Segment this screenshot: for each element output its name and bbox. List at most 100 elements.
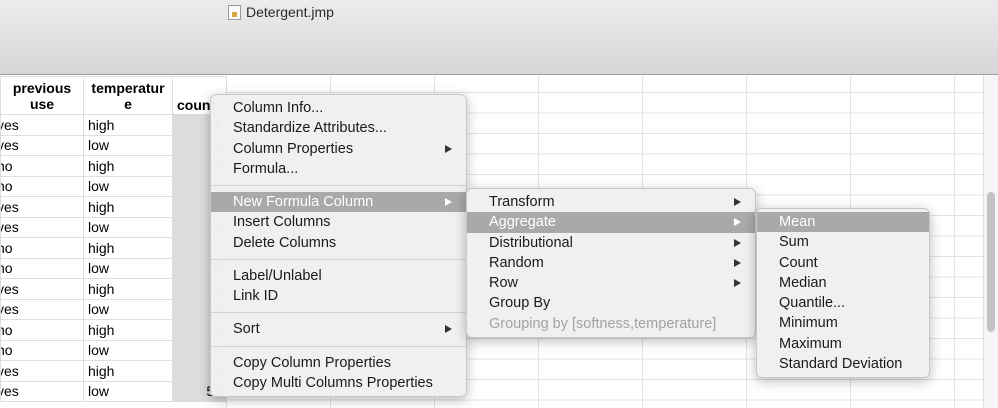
table-row[interactable]: yeshigh2 — [1, 197, 227, 218]
cell-previous-use[interactable]: no — [1, 176, 84, 197]
menu-item-delete-columns[interactable]: Delete Columns — [211, 233, 466, 253]
submenu-arrow-icon — [445, 198, 452, 206]
menu-item-new-formula-column[interactable]: New Formula Column — [211, 192, 466, 212]
menu-item-link-id[interactable]: Link ID — [211, 286, 466, 306]
menu-item-label: Insert Columns — [233, 214, 331, 230]
menu-item-grouping-by-softness-temperature: Grouping by [softness,temperature] — [467, 314, 755, 334]
table-row[interactable]: yeshigh2 — [1, 279, 227, 300]
cell-previous-use[interactable]: no — [1, 258, 84, 279]
menu-item-standard-deviation[interactable]: Standard Deviation — [757, 354, 929, 374]
menu-item-transform[interactable]: Transform — [467, 192, 755, 212]
cell-previous-use[interactable]: no — [1, 320, 84, 341]
cell-temperature[interactable]: high — [84, 279, 173, 300]
table-row[interactable]: nohigh2 — [1, 238, 227, 259]
menu-item-label: Label/Unlabel — [233, 268, 322, 284]
table-row[interactable]: yeshigh4 — [1, 361, 227, 382]
submenu-arrow-icon — [445, 145, 452, 153]
table-row[interactable]: yeslow5 — [1, 135, 227, 156]
table-row[interactable]: nohigh2 — [1, 156, 227, 177]
table-row[interactable]: nolow6 — [1, 340, 227, 361]
cell-temperature[interactable]: low — [84, 381, 173, 402]
cell-temperature[interactable]: high — [84, 115, 173, 136]
menu-item-distributional[interactable]: Distributional — [467, 233, 755, 253]
column-context-menu: Column Info... Standardize Attributes... C… — [210, 94, 467, 397]
cell-previous-use[interactable]: yes — [1, 361, 84, 382]
vertical-scrollbar[interactable] — [983, 76, 998, 408]
table-row[interactable]: nolow5 — [1, 258, 227, 279]
menu-item-label: Transform — [489, 194, 555, 210]
cell-previous-use[interactable]: no — [1, 156, 84, 177]
cell-temperature[interactable]: high — [84, 238, 173, 259]
menu-item-standardize-attributes[interactable]: Standardize Attributes... — [211, 118, 466, 138]
table-row[interactable]: yeshigh1 — [1, 115, 227, 136]
menu-item-label-unlabel[interactable]: Label/Unlabel — [211, 266, 466, 286]
menu-item-quantile[interactable]: Quantile... — [757, 293, 929, 313]
menu-separator — [211, 259, 466, 260]
table-row[interactable]: nohigh3 — [1, 320, 227, 341]
submenu-arrow-icon — [734, 218, 741, 226]
cell-previous-use[interactable]: yes — [1, 381, 84, 402]
cell-temperature[interactable]: low — [84, 340, 173, 361]
cell-temperature[interactable]: high — [84, 361, 173, 382]
menu-item-label: Formula... — [233, 161, 298, 177]
cell-temperature[interactable]: high — [84, 320, 173, 341]
table-row[interactable]: nolow6 — [1, 176, 227, 197]
aggregate-submenu: Mean Sum Count Median Quantile... Minimum Maxi… — [756, 208, 930, 378]
menu-item-label: Median — [779, 275, 827, 291]
menu-item-random[interactable]: Random — [467, 253, 755, 273]
cell-temperature[interactable]: low — [84, 176, 173, 197]
submenu-arrow-icon — [734, 239, 741, 247]
table-row[interactable]: yeslow55 — [1, 381, 227, 402]
menu-item-label: Maximum — [779, 336, 842, 352]
cell-previous-use[interactable]: yes — [1, 197, 84, 218]
submenu-arrow-icon — [734, 279, 741, 287]
menu-item-aggregate[interactable]: Aggregate — [467, 212, 755, 232]
menu-item-formula[interactable]: Formula... — [211, 159, 466, 179]
menu-item-count[interactable]: Count — [757, 253, 929, 273]
menu-item-label: Standard Deviation — [779, 356, 902, 372]
menu-item-median[interactable]: Median — [757, 273, 929, 293]
table-row[interactable]: yeslow4 — [1, 299, 227, 320]
menu-item-label: New Formula Column — [233, 194, 373, 210]
cell-temperature[interactable]: high — [84, 156, 173, 177]
cell-previous-use[interactable]: yes — [1, 135, 84, 156]
menu-item-group-by[interactable]: Group By — [467, 293, 755, 313]
menu-item-copy-column-properties[interactable]: Copy Column Properties — [211, 353, 466, 373]
menu-item-label: Column Properties — [233, 141, 353, 157]
menu-item-minimum[interactable]: Minimum — [757, 313, 929, 333]
menu-item-label: Distributional — [489, 235, 573, 251]
menu-item-copy-multi-columns-properties[interactable]: Copy Multi Columns Properties — [211, 373, 466, 393]
cell-previous-use[interactable]: yes — [1, 279, 84, 300]
window-titlebar: Detergent.jmp — [0, 0, 998, 75]
scrollbar-thumb[interactable] — [987, 192, 995, 332]
menu-item-label: Quantile... — [779, 295, 845, 311]
window-title: Detergent.jmp — [228, 4, 334, 20]
menu-item-row[interactable]: Row — [467, 273, 755, 293]
cell-temperature[interactable]: low — [84, 299, 173, 320]
column-header-previous-use[interactable]: previous use — [1, 77, 84, 115]
menu-item-label: Sum — [779, 234, 809, 250]
menu-item-label: Copy Multi Columns Properties — [233, 375, 433, 391]
menu-item-maximum[interactable]: Maximum — [757, 334, 929, 354]
cell-previous-use[interactable]: no — [1, 238, 84, 259]
menu-item-column-info[interactable]: Column Info... — [211, 98, 466, 118]
menu-item-label: Link ID — [233, 288, 278, 304]
menu-item-column-properties[interactable]: Column Properties — [211, 139, 466, 159]
data-table: previous use temperatur e count yeshigh1… — [0, 76, 227, 402]
cell-temperature[interactable]: low — [84, 135, 173, 156]
cell-previous-use[interactable]: yes — [1, 115, 84, 136]
cell-previous-use[interactable]: yes — [1, 299, 84, 320]
cell-previous-use[interactable]: yes — [1, 217, 84, 238]
menu-item-sort[interactable]: Sort — [211, 319, 466, 339]
menu-item-label: Grouping by [softness,temperature] — [489, 316, 716, 332]
table-row[interactable]: yeslow4 — [1, 217, 227, 238]
cell-temperature[interactable]: low — [84, 217, 173, 238]
cell-temperature[interactable]: low — [84, 258, 173, 279]
cell-temperature[interactable]: high — [84, 197, 173, 218]
menu-item-mean[interactable]: Mean — [757, 212, 929, 232]
menu-item-sum[interactable]: Sum — [757, 232, 929, 252]
menu-item-label: Standardize Attributes... — [233, 120, 387, 136]
cell-previous-use[interactable]: no — [1, 340, 84, 361]
menu-item-insert-columns[interactable]: Insert Columns — [211, 212, 466, 232]
column-header-temperature[interactable]: temperatur e — [84, 77, 173, 115]
